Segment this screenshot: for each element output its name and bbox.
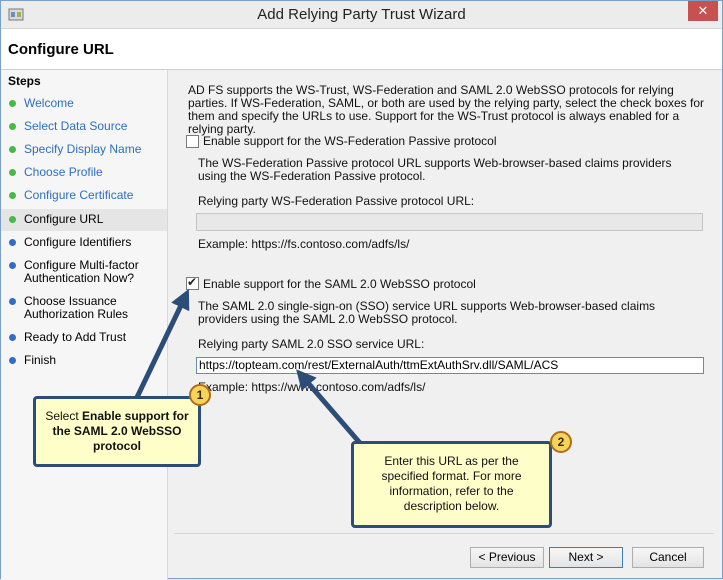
step-label: Choose Profile — [24, 165, 103, 179]
step-ready-to-add-trust[interactable]: Ready to Add Trust — [1, 331, 167, 347]
saml-url-label: Relying party SAML 2.0 SSO service URL: — [198, 337, 425, 351]
step-label: Configure Certificate — [24, 188, 134, 202]
step-status-icon — [9, 216, 16, 223]
step-label: Welcome — [24, 96, 74, 110]
step-status-icon — [9, 334, 16, 341]
callout-2-text: Enter this URL as per the specified form… — [381, 454, 522, 513]
saml-url-input[interactable]: https://topteam.com/rest/ExternalAuth/tt… — [196, 357, 704, 374]
callout-1-number-badge: 1 — [189, 384, 211, 406]
window-title: Add Relying Party Trust Wizard — [257, 6, 466, 23]
step-status-icon — [9, 262, 16, 269]
steps-heading: Steps — [8, 74, 41, 88]
step-status-icon — [9, 357, 16, 364]
saml-example: Example: https://www.contoso.com/adfs/ls… — [198, 380, 426, 394]
step-label: Configure Identifiers — [24, 235, 132, 249]
step-status-icon — [9, 239, 16, 246]
page-header: Configure URL — [1, 29, 722, 70]
wsfed-enable-checkbox[interactable] — [186, 135, 199, 148]
step-status-icon — [9, 123, 16, 130]
step-label: Configure URL — [24, 212, 104, 226]
next-button[interactable]: Next > — [549, 547, 623, 568]
step-welcome[interactable]: Welcome — [1, 97, 167, 113]
step-configure-mfa[interactable]: Configure Multi-factor Authentication No… — [1, 259, 167, 287]
step-select-data-source[interactable]: Select Data Source — [1, 120, 167, 136]
step-label: Choose Issuance Authorization Rules — [24, 294, 129, 321]
step-status-icon — [9, 192, 16, 199]
step-choose-issuance-authorization-rules[interactable]: Choose Issuance Authorization Rules — [1, 295, 167, 323]
footer-divider — [174, 533, 714, 534]
step-status-icon — [9, 100, 16, 107]
step-label: Select Data Source — [24, 119, 128, 133]
previous-button[interactable]: < Previous — [470, 547, 544, 568]
step-configure-url[interactable]: Configure URL — [1, 209, 167, 231]
callout-2-number-badge: 2 — [550, 431, 572, 453]
callout-2: Enter this URL as per the specified form… — [351, 441, 552, 528]
step-status-icon — [9, 146, 16, 153]
saml-description: The SAML 2.0 single-sign-on (SSO) servic… — [198, 299, 656, 326]
saml-enable-checkbox[interactable] — [186, 275, 199, 290]
callout-1-text: Select — [45, 409, 82, 423]
wsfed-description: The WS-Federation Passive protocol URL s… — [198, 156, 672, 183]
wsfed-example: Example: https://fs.contoso.com/adfs/ls/ — [198, 237, 410, 251]
step-specify-display-name[interactable]: Specify Display Name — [1, 143, 167, 159]
intro-text: AD FS supports the WS-Trust, WS-Federati… — [188, 83, 705, 136]
step-choose-profile[interactable]: Choose Profile — [1, 166, 167, 182]
callout-1: Select Enable support for the SAML 2.0 W… — [33, 396, 201, 467]
close-icon: ✕ — [697, 3, 709, 18]
wsfed-url-input[interactable] — [196, 213, 703, 231]
step-status-icon — [9, 169, 16, 176]
close-button[interactable]: ✕ — [688, 1, 718, 21]
steps-sidebar: Steps Welcome Select Data Source Specify… — [1, 70, 168, 580]
step-label: Configure Multi-factor Authentication No… — [24, 258, 139, 285]
title-bar: Add Relying Party Trust Wizard ✕ — [1, 1, 722, 29]
step-status-icon — [9, 298, 16, 305]
wsfed-url-label: Relying party WS-Federation Passive prot… — [198, 194, 475, 208]
wsfed-checkbox-label[interactable]: Enable support for the WS-Federation Pas… — [203, 135, 496, 148]
step-label: Ready to Add Trust — [24, 330, 127, 344]
step-finish[interactable]: Finish — [1, 354, 167, 370]
step-label: Specify Display Name — [24, 142, 142, 156]
cancel-button[interactable]: Cancel — [632, 547, 704, 568]
page-title: Configure URL — [8, 41, 114, 58]
saml-checkbox-label[interactable]: Enable support for the SAML 2.0 WebSSO p… — [203, 278, 476, 291]
step-configure-certificate[interactable]: Configure Certificate — [1, 189, 167, 205]
step-label: Finish — [24, 353, 57, 367]
step-configure-identifiers[interactable]: Configure Identifiers — [1, 236, 167, 252]
